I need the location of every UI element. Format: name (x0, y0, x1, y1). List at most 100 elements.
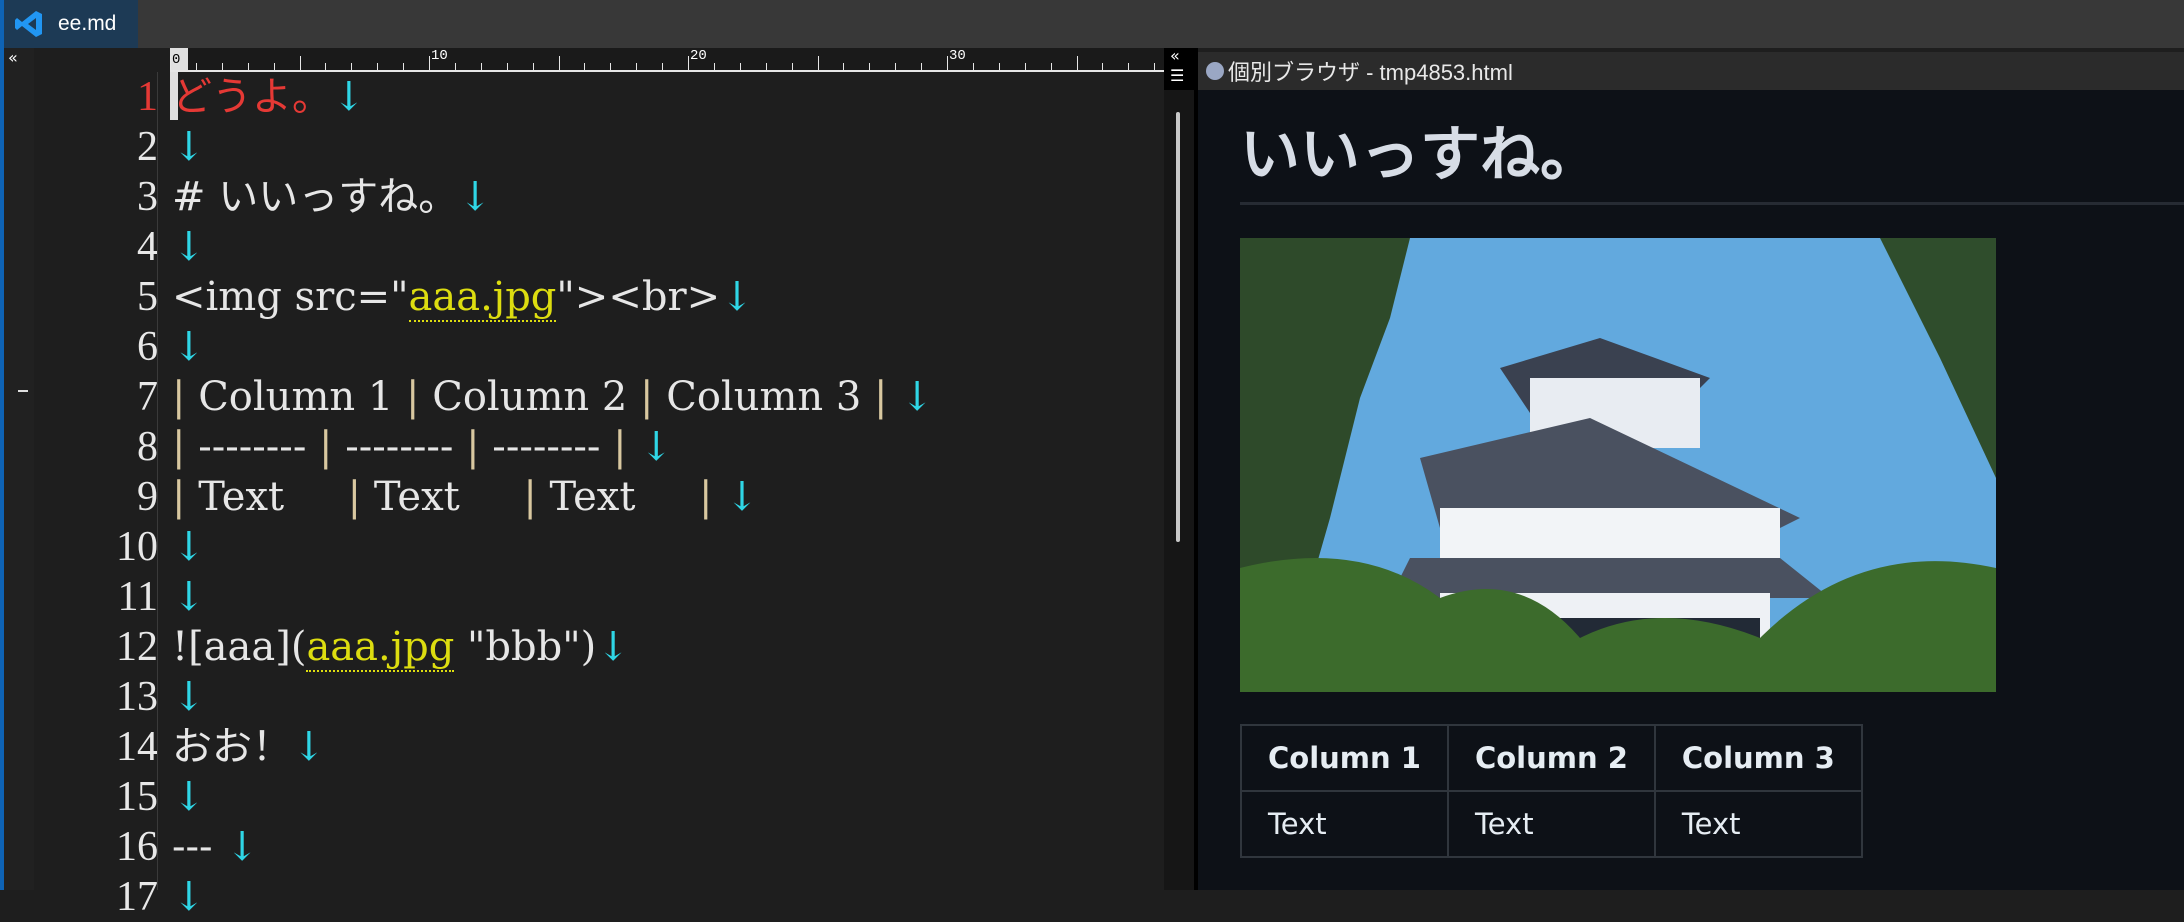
table-pipe: | (523, 474, 550, 520)
ruler-tick (532, 63, 534, 70)
fold-marker-icon[interactable] (18, 390, 28, 392)
editor-pane[interactable]: « 0 10 20 30 1 2 3 4 5 6 7 8 9 10 11 12 13 14 15 16 17 どうよ… (4, 48, 1164, 920)
line-number: 1 (137, 74, 158, 120)
code-text: Column 2 (432, 374, 641, 420)
ruler-tick (377, 63, 379, 70)
table-header-cell: Column 1 (1240, 724, 1449, 792)
code-line[interactable]: おお！↓ (172, 722, 326, 772)
ruler-tick (972, 63, 974, 70)
table-header-cell: Column 3 (1653, 724, 1863, 792)
preview-pane[interactable]: いいっすね。 Column 1 Column 2 Column 3 Text Text… (1198, 90, 2184, 890)
line-number: 11 (117, 574, 158, 620)
line-end-icon: ↓ (458, 174, 492, 220)
tab-ee-md[interactable]: ee.md (4, 0, 138, 48)
code-line[interactable]: ↓ (172, 872, 206, 922)
code-line[interactable]: # いいっすね。↓ (172, 172, 492, 222)
ruler-tick (299, 56, 301, 70)
line-end-icon: ↓ (172, 874, 206, 920)
line-end-icon: ↓ (725, 474, 759, 520)
preview-heading: いいっすね。 (1240, 120, 1600, 190)
code-line[interactable]: ↓ (172, 772, 206, 822)
code-text: Column 3 (666, 374, 875, 420)
table-body: Text Text Text (1240, 790, 1863, 858)
table-row: Text Text Text (1240, 790, 1863, 858)
ruler-tick (170, 56, 171, 70)
preview-title: 個別ブラウザ - tmp4853.html (1228, 60, 1513, 85)
code-text: <img src=" (172, 274, 409, 320)
line-number: 7 (137, 374, 158, 420)
table-header-cell: Column 2 (1446, 724, 1656, 792)
table-pipe: | (640, 374, 667, 420)
ruler-tick (869, 63, 871, 70)
table-pipe: | (613, 424, 640, 470)
vscode-icon (15, 11, 42, 37)
line-number: 10 (116, 524, 158, 570)
code-line[interactable]: ↓ (172, 522, 206, 572)
table-pipe: | (466, 424, 493, 470)
ruler-tick (584, 63, 586, 70)
line-end-icon: ↓ (172, 524, 206, 570)
ruler-tick (273, 63, 275, 70)
code-line[interactable]: | Column 1 | Column 2 | Column 3 | ↓ (172, 372, 934, 422)
gutter-divider (157, 72, 158, 890)
line-number-gutter: 1 2 3 4 5 6 7 8 9 10 11 12 13 14 15 16 17 (34, 72, 158, 920)
line-end-icon: ↓ (332, 74, 366, 120)
code-line[interactable]: --- ↓ (172, 822, 259, 872)
code-line[interactable]: ↓ (172, 122, 206, 172)
code-line[interactable]: ↓ (172, 672, 206, 722)
pane-splitter[interactable]: « ☰ (1164, 46, 1198, 890)
line-number: 3 (137, 174, 158, 220)
line-number: 12 (116, 624, 158, 670)
code-line[interactable]: | -------- | -------- | -------- | ↓ (172, 422, 673, 472)
code-text: どうよ。 (172, 74, 332, 120)
ruler-tick (817, 56, 819, 70)
code-line[interactable]: | Text | Text | Text | ↓ (172, 472, 759, 522)
ruler-tick (1024, 63, 1026, 70)
ruler-tick (506, 63, 508, 70)
line-end-icon: ↓ (225, 824, 259, 870)
ruler-tick (454, 63, 456, 70)
ruler-tick (558, 56, 560, 70)
globe-icon (1206, 62, 1224, 80)
list-icon[interactable]: ☰ (1170, 66, 1184, 85)
code-line[interactable]: ↓ (172, 222, 206, 272)
code-line[interactable]: ![aaa](aaa.jpg "bbb")↓ (172, 622, 630, 672)
ruler-tick (403, 63, 405, 70)
ruler-label: 10 (431, 48, 448, 64)
table-pipe: | (172, 474, 199, 520)
line-number: 8 (137, 424, 158, 470)
table-pipe: | (172, 374, 199, 420)
line-end-icon: ↓ (172, 574, 206, 620)
preview-table: Column 1 Column 2 Column 3 Text Text Text (1240, 724, 1863, 858)
ruler-tick (1050, 63, 1052, 70)
line-number: 4 (137, 224, 158, 270)
ruler-tick (688, 56, 689, 70)
line-end-icon: ↓ (172, 774, 206, 820)
line-end-icon: ↓ (172, 124, 206, 170)
collapse-left-icon[interactable]: « (8, 48, 18, 67)
code-line[interactable]: ↓ (172, 572, 206, 622)
castle-image (1240, 238, 1996, 692)
ruler-tick (998, 63, 1000, 70)
table-pipe: | (347, 474, 374, 520)
line-number: 6 (137, 324, 158, 370)
ruler-cursor: 0 (170, 48, 188, 70)
line-end-icon: ↓ (172, 324, 206, 370)
heading-rule (1240, 202, 2184, 205)
line-end-icon: ↓ (720, 274, 754, 320)
collapse-icon[interactable]: « (1170, 46, 1180, 65)
link-text: aaa.jpg (408, 274, 557, 322)
ruler-tick (1102, 63, 1104, 70)
line-end-icon: ↓ (596, 624, 630, 670)
code-line[interactable]: ↓ (172, 322, 206, 372)
line-number: 5 (137, 274, 158, 320)
line-number: 15 (116, 774, 158, 820)
line-number: 13 (116, 674, 158, 720)
ruler-tick (351, 63, 353, 70)
code-line[interactable]: どうよ。↓ (172, 72, 366, 122)
ruler-label: 30 (949, 48, 966, 64)
code-line[interactable]: <img src="aaa.jpg"><br>↓ (172, 272, 754, 322)
tab-label: ee.md (58, 12, 117, 35)
ruler-tick (429, 56, 430, 70)
editor-scrollbar[interactable] (1176, 112, 1180, 542)
